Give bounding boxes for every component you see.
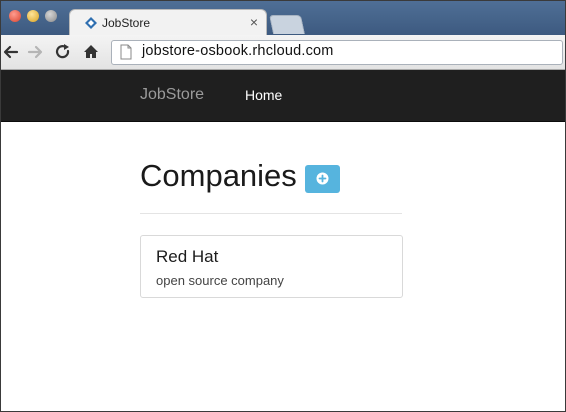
- tab-close-icon[interactable]: ×: [250, 14, 258, 30]
- address-bar[interactable]: jobstore-osbook.rhcloud.com: [111, 40, 563, 65]
- address-bar-url: jobstore-osbook.rhcloud.com: [142, 43, 334, 59]
- browser-toolbar: jobstore-osbook.rhcloud.com: [1, 35, 565, 70]
- tab-jobstore[interactable]: JobStore ×: [69, 9, 267, 36]
- site-navbar: JobStore Home: [1, 70, 565, 122]
- browser-titlebar: JobStore ×: [1, 1, 565, 36]
- new-tab-button[interactable]: [268, 15, 306, 34]
- tab-title: JobStore: [102, 16, 151, 30]
- navbar-brand[interactable]: JobStore: [140, 86, 204, 104]
- jobstore-diamond-icon: [85, 17, 97, 29]
- browser-window: JobStore × jobstore-osbook.rhcloud.com J…: [0, 0, 566, 412]
- page-icon: [120, 44, 132, 60]
- back-arrow-icon[interactable]: [1, 42, 21, 62]
- plus-circle-icon: [316, 172, 329, 185]
- company-description: open source company: [156, 273, 284, 288]
- add-company-button[interactable]: [305, 165, 340, 193]
- home-icon[interactable]: [81, 42, 101, 62]
- company-name: Red Hat: [156, 247, 219, 266]
- nav-link-home[interactable]: Home: [245, 87, 282, 103]
- title-divider: [140, 213, 402, 214]
- close-window-button[interactable]: [9, 10, 21, 22]
- page-title: Companies: [140, 158, 297, 193]
- company-card[interactable]: Red Hat open source company: [140, 235, 403, 298]
- minimize-window-button[interactable]: [27, 10, 39, 22]
- forward-arrow-icon[interactable]: [25, 42, 45, 62]
- reload-icon[interactable]: [53, 42, 73, 62]
- zoom-window-button[interactable]: [45, 10, 57, 22]
